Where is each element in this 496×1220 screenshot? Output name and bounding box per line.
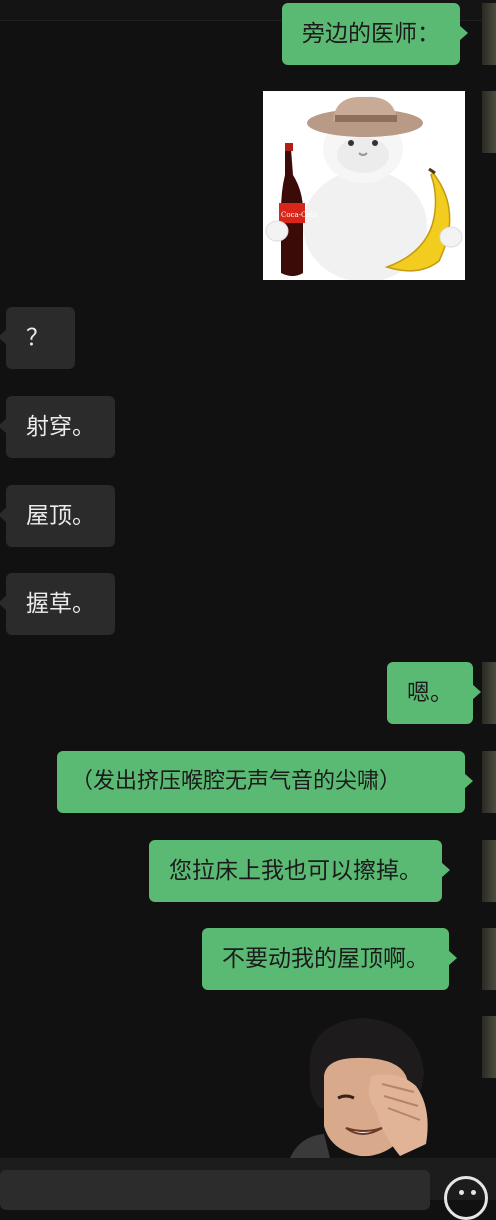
avatar[interactable] xyxy=(482,840,496,902)
message-bubble-outgoing[interactable]: 您拉床上我也可以擦掉。 xyxy=(149,840,450,902)
eye xyxy=(459,1190,464,1195)
avatar[interactable] xyxy=(482,3,496,65)
avatar[interactable] xyxy=(482,928,496,990)
message-bubble-incoming[interactable]: 握草。 xyxy=(0,573,115,635)
cat-sticker-image[interactable]: Coca-Cola xyxy=(263,91,465,280)
message-bubble-outgoing[interactable]: 不要动我的屋顶啊。 xyxy=(202,928,457,990)
message-bubble-incoming[interactable]: 屋顶。 xyxy=(0,485,115,547)
message-bubble-outgoing[interactable]: 嗯。 xyxy=(387,662,481,724)
message-bubble-incoming[interactable]: 射穿。 xyxy=(0,396,115,458)
facepalm-sticker-image[interactable] xyxy=(290,1016,440,1158)
avatar[interactable] xyxy=(482,91,496,153)
eye xyxy=(471,1190,476,1195)
avatar[interactable] xyxy=(482,662,496,724)
message-bubble-incoming[interactable]: ？ xyxy=(0,307,75,369)
message-bubble-outgoing[interactable]: （发出挤压喉腔无声气音的尖啸） xyxy=(57,751,473,813)
message-bubble-outgoing[interactable]: 旁边的医师： xyxy=(282,3,468,65)
cola-label: Coca-Cola xyxy=(281,211,317,219)
avatar[interactable] xyxy=(482,1016,496,1078)
cat-with-cola-and-banana-icon: Coca-Cola xyxy=(265,96,463,280)
message-input[interactable] xyxy=(0,1170,430,1210)
smiley-face-icon[interactable] xyxy=(444,1176,488,1220)
avatar[interactable] xyxy=(482,751,496,813)
facepalm-person-icon xyxy=(290,1018,428,1158)
